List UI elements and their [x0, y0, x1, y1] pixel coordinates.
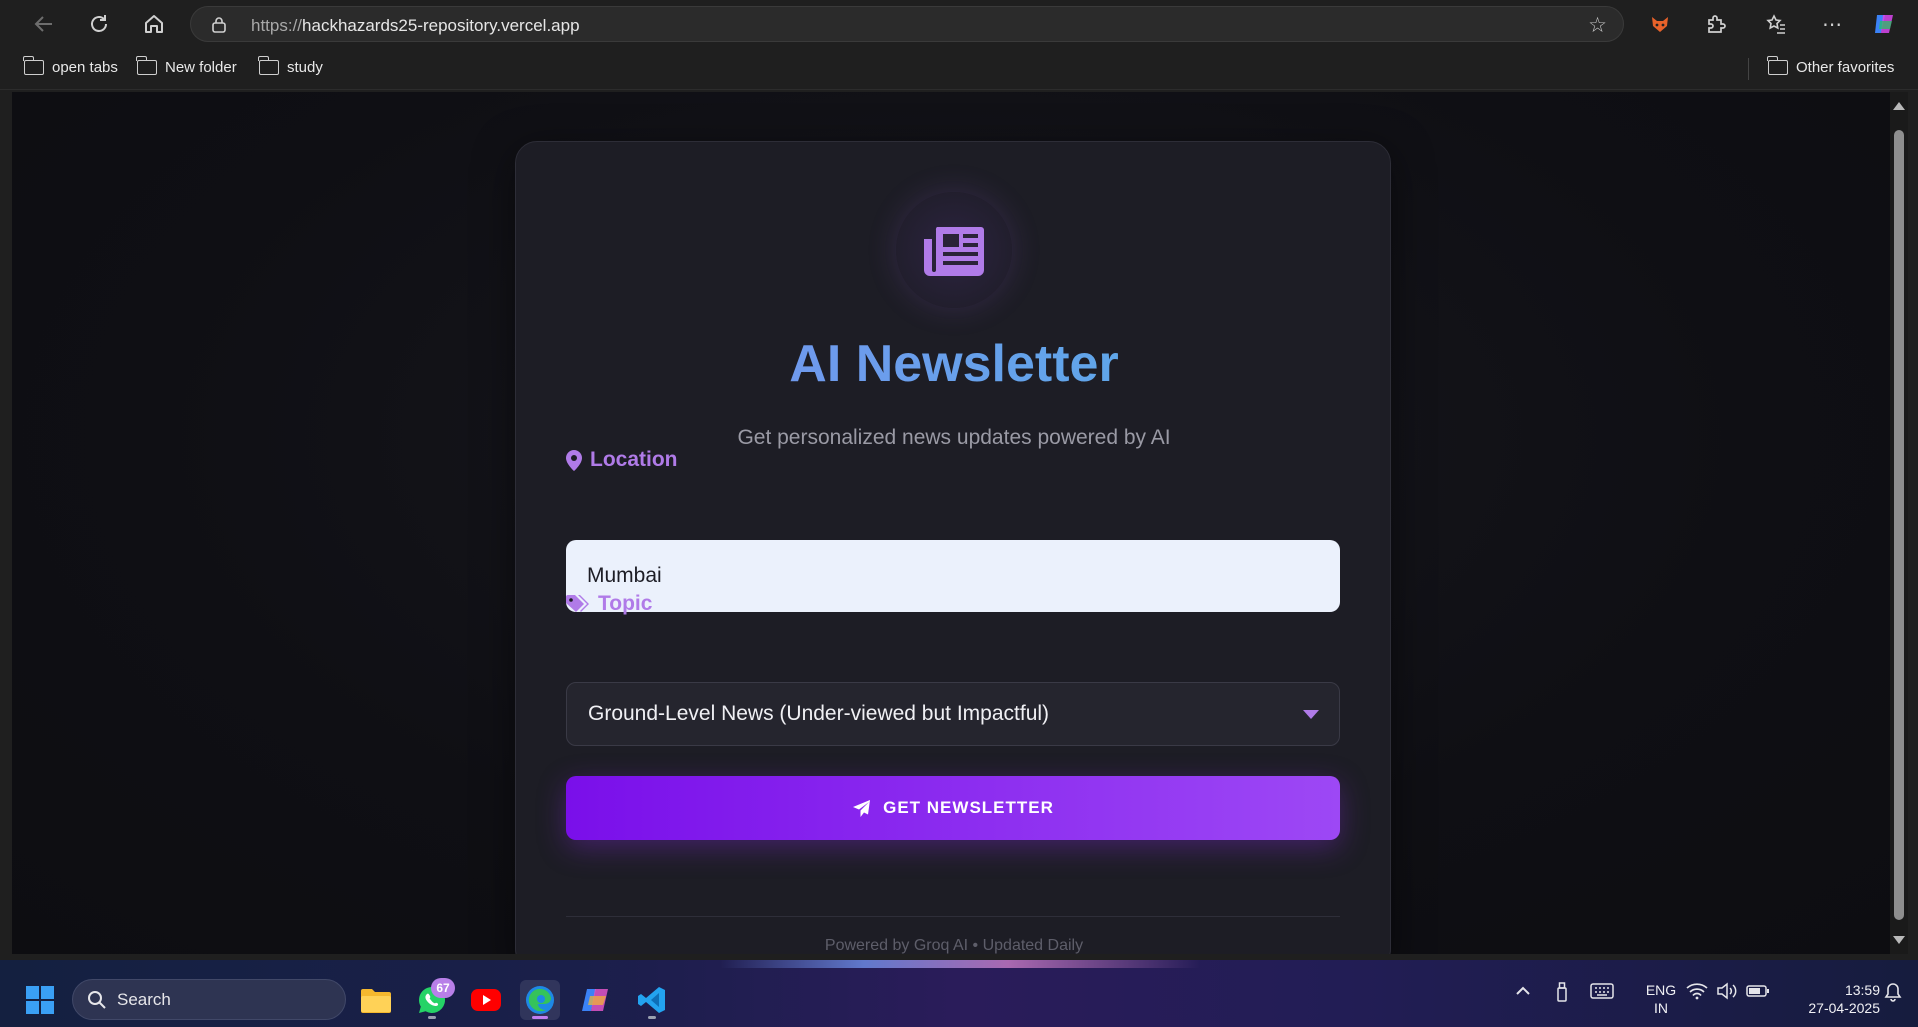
logo-badge — [896, 192, 1012, 308]
refresh-icon — [91, 15, 107, 32]
start-windows-icon[interactable] — [26, 986, 54, 1014]
url-host: hackhazards25-repository.vercel.app — [302, 16, 580, 35]
bookmark-open-tabs[interactable]: open tabs — [23, 56, 118, 76]
whatsapp-unread-badge: 67 — [431, 978, 455, 998]
favorite-star-icon[interactable]: ☆ — [1588, 13, 1607, 38]
topic-select-value: Ground-Level News (Under-viewed but Impa… — [588, 702, 1050, 725]
bookmark-label: open tabs — [52, 59, 118, 76]
refresh-button[interactable] — [83, 8, 115, 40]
location-label: Location — [566, 448, 678, 472]
extensions-puzzle-icon[interactable] — [1702, 10, 1730, 38]
home-button[interactable] — [138, 8, 170, 40]
location-input[interactable]: Mumbai — [566, 540, 1340, 612]
folder-icon — [136, 56, 157, 75]
clock-date: 27-04-2025 — [1808, 1000, 1880, 1016]
extension-fox-icon[interactable] — [1646, 10, 1674, 38]
topic-label: Topic — [566, 592, 652, 616]
taskbar-search[interactable]: Search — [72, 979, 346, 1020]
search-placeholder: Search — [117, 989, 171, 1009]
taskbar-glow — [720, 960, 1200, 968]
newspaper-icon — [924, 227, 984, 276]
copilot-icon[interactable] — [1870, 10, 1898, 38]
copilot-taskbar-icon[interactable] — [576, 980, 616, 1020]
folder-icon — [1767, 56, 1788, 75]
language-code: ENG — [1645, 982, 1677, 998]
get-newsletter-button[interactable]: GET NEWSLETTER — [566, 776, 1340, 840]
footer-text: Powered by Groq AI • Updated Daily — [824, 937, 1084, 954]
page-title: AI Newsletter — [516, 334, 1392, 394]
folder-icon — [23, 56, 44, 75]
bookmarks-divider — [1748, 58, 1749, 80]
location-label-text: Location — [590, 448, 678, 471]
volume-icon[interactable] — [1716, 982, 1738, 1005]
lock-icon — [212, 17, 226, 33]
bookmark-label: study — [287, 59, 323, 76]
wifi-icon[interactable] — [1686, 982, 1708, 1005]
vscode-running-indicator — [648, 1016, 656, 1019]
system-clock[interactable]: 13:59 27-04-2025 — [1780, 981, 1880, 1017]
usb-device-icon[interactable] — [1554, 982, 1570, 1007]
bookmark-study[interactable]: study — [258, 56, 323, 76]
battery-icon[interactable] — [1746, 982, 1770, 1005]
map-pin-icon — [566, 449, 582, 471]
topic-select[interactable]: Ground-Level News (Under-viewed but Impa… — [566, 682, 1340, 746]
scroll-up-icon[interactable] — [1893, 102, 1905, 110]
page-subtitle: Get personalized news updates powered by… — [737, 426, 1171, 449]
bookmark-new-folder[interactable]: New folder — [136, 56, 237, 76]
page-scrollbar[interactable] — [1890, 92, 1908, 954]
home-icon — [145, 15, 163, 33]
newsletter-card: AI Newsletter Get personalized news upda… — [515, 141, 1391, 954]
location-input-value: Mumbai — [587, 564, 662, 587]
search-icon — [88, 990, 106, 1009]
footer-divider — [566, 916, 1340, 917]
language-indicator[interactable]: ENG IN — [1636, 981, 1686, 1017]
scroll-down-icon[interactable] — [1893, 936, 1905, 944]
bookmark-label: New folder — [165, 59, 237, 76]
keyboard-icon[interactable] — [1590, 982, 1614, 1005]
bookmarks-bar: open tabs New folder study Other favorit… — [0, 48, 1918, 90]
address-bar[interactable]: https://hackhazards25-repository.vercel.… — [190, 6, 1624, 42]
edge-active-indicator — [532, 1016, 548, 1019]
chevron-down-icon — [1303, 710, 1319, 719]
region-code: IN — [1654, 1000, 1668, 1016]
page-viewport: AI Newsletter Get personalized news upda… — [12, 92, 1890, 954]
file-explorer-icon[interactable] — [356, 980, 396, 1020]
edge-browser-icon[interactable] — [520, 980, 560, 1020]
url-text: https://hackhazards25-repository.vercel.… — [251, 16, 580, 36]
whatsapp-running-indicator — [428, 1016, 436, 1019]
vscode-icon[interactable] — [632, 980, 672, 1020]
bookmark-label: Other favorites — [1796, 59, 1895, 76]
tags-icon — [566, 594, 589, 612]
browser-toolbar: https://hackhazards25-repository.vercel.… — [0, 0, 1918, 48]
folder-icon — [258, 56, 279, 75]
get-newsletter-label: GET NEWSLETTER — [883, 798, 1054, 817]
more-menu-icon[interactable]: ⋯ — [1818, 10, 1846, 38]
favorites-list-icon[interactable] — [1762, 10, 1790, 38]
window-edge — [0, 92, 12, 954]
bookmark-other-favorites[interactable]: Other favorites — [1767, 56, 1895, 76]
paper-plane-icon — [853, 799, 871, 817]
show-hidden-icons-chevron-icon[interactable] — [1514, 982, 1532, 1005]
scroll-thumb[interactable] — [1894, 130, 1904, 920]
url-scheme: https:// — [251, 16, 303, 35]
back-arrow-icon — [34, 16, 52, 32]
topic-label-text: Topic — [598, 592, 653, 615]
clock-time: 13:59 — [1844, 982, 1880, 998]
notification-bell-icon[interactable] — [1884, 982, 1902, 1007]
back-button[interactable] — [28, 8, 60, 40]
youtube-icon[interactable] — [466, 980, 506, 1020]
